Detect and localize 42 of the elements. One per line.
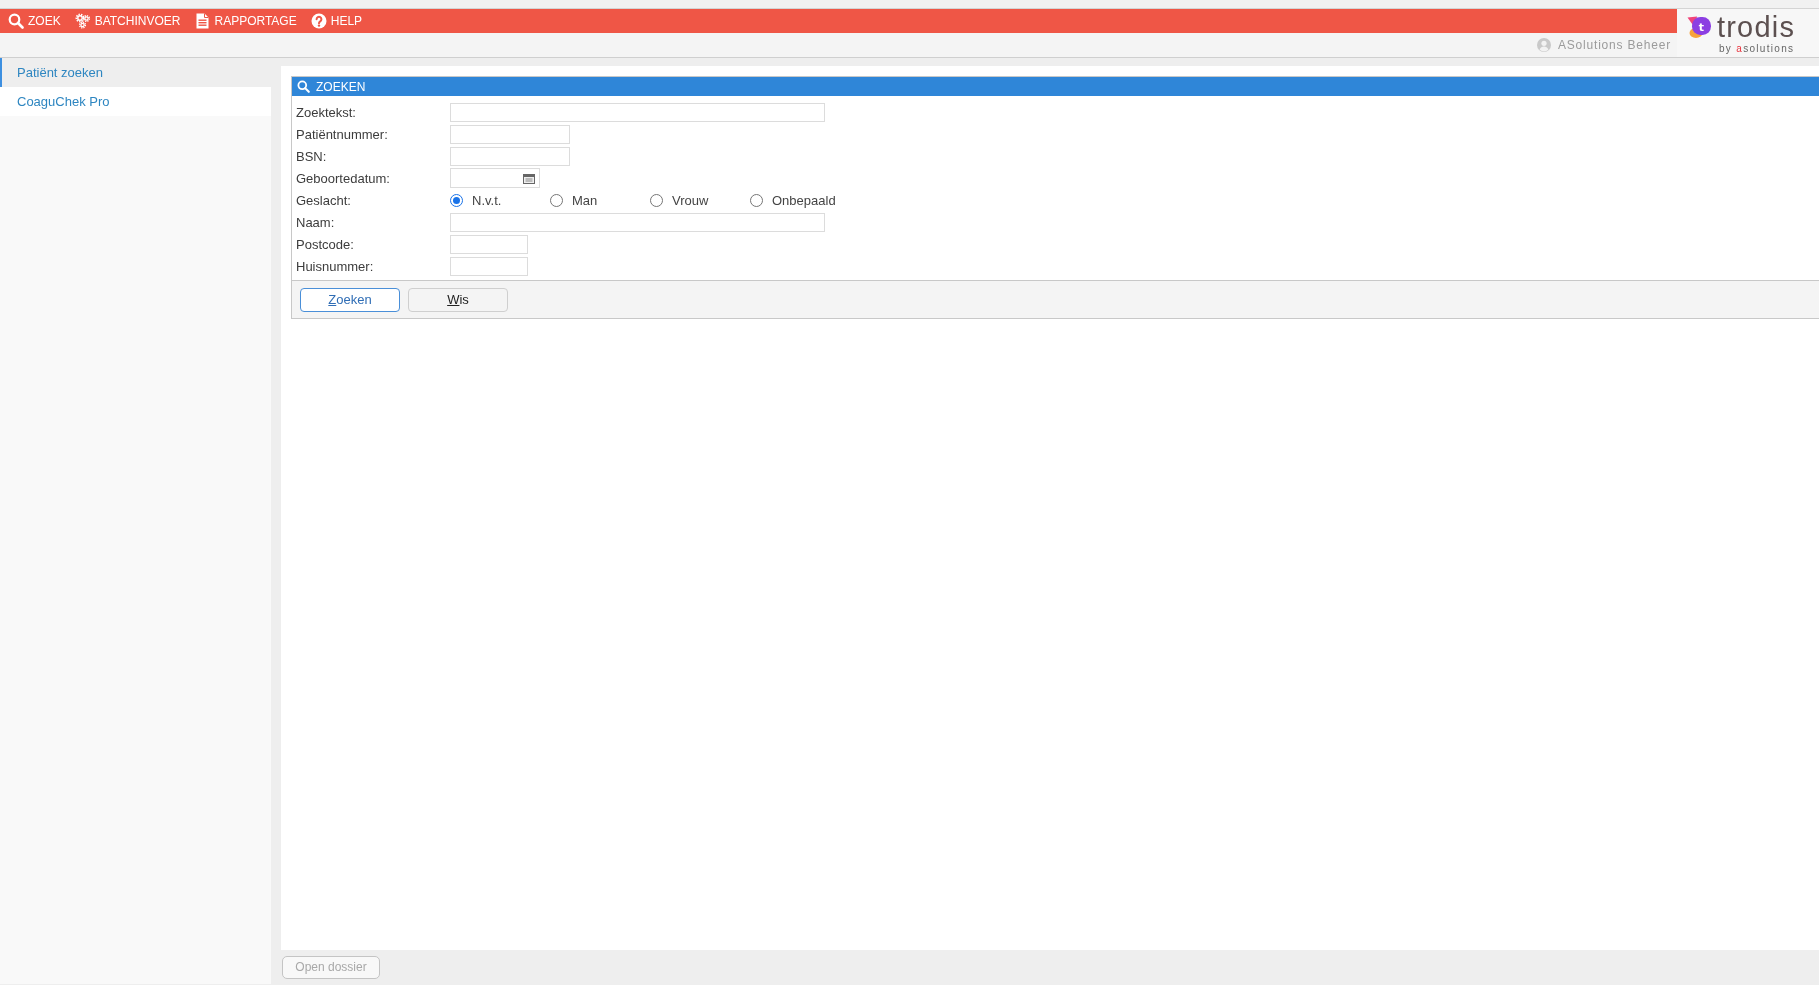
radio-button[interactable] [650, 193, 663, 207]
sidebar-item[interactable]: Patiënt zoeken [0, 58, 271, 87]
avatar-icon [1537, 38, 1551, 52]
text-field[interactable] [450, 212, 825, 232]
field-label: Naam: [296, 214, 336, 230]
clear-button[interactable]: Wis [408, 287, 508, 312]
field-label: Patiëntnummer: [296, 126, 389, 142]
search-icon [8, 13, 24, 29]
text-field[interactable] [450, 256, 528, 276]
field-label: Huisnummer: [296, 258, 375, 274]
search-button[interactable]: Zoeken [300, 287, 400, 312]
radio-button[interactable] [550, 193, 563, 207]
text-field[interactable] [450, 102, 825, 122]
text-field[interactable] [450, 234, 528, 254]
field-label: Geslacht: [296, 192, 352, 208]
radio-label: N.v.t. [472, 192, 502, 208]
field-label: Geboortedatum: [296, 170, 391, 186]
menu-item[interactable]: ZOEK [8, 13, 61, 29]
radio-label: Man [572, 192, 598, 208]
text-field[interactable] [450, 146, 570, 166]
date-field[interactable] [450, 168, 540, 188]
user-name: ASolutions Beheer [1558, 38, 1671, 52]
panel-title: ZOEKEN [316, 79, 366, 94]
help-icon [310, 13, 327, 29]
field-label: BSN: [296, 148, 328, 164]
field-label: Zoektekst: [296, 104, 357, 120]
menu-item[interactable]: HELP [310, 13, 363, 29]
menu-item[interactable]: BATCHINVOER [74, 13, 181, 29]
field-label: Postcode: [296, 236, 355, 252]
text-field[interactable] [450, 124, 570, 144]
radio-label: Vrouw [672, 192, 709, 208]
gears-icon [74, 13, 91, 29]
search-icon [297, 80, 310, 93]
radio-label: Onbepaald [772, 192, 836, 208]
calendar-icon[interactable] [523, 172, 535, 184]
logo-wordmark: trodis [1717, 13, 1796, 41]
logo-tagline: by asolutions [1719, 43, 1796, 55]
document-icon [194, 13, 211, 29]
menu-item[interactable]: RAPPORTAGE [194, 13, 297, 29]
sidebar-item[interactable]: CoaguChek Pro [0, 87, 271, 116]
radio-button[interactable] [750, 193, 763, 207]
radio-button[interactable] [450, 193, 463, 207]
